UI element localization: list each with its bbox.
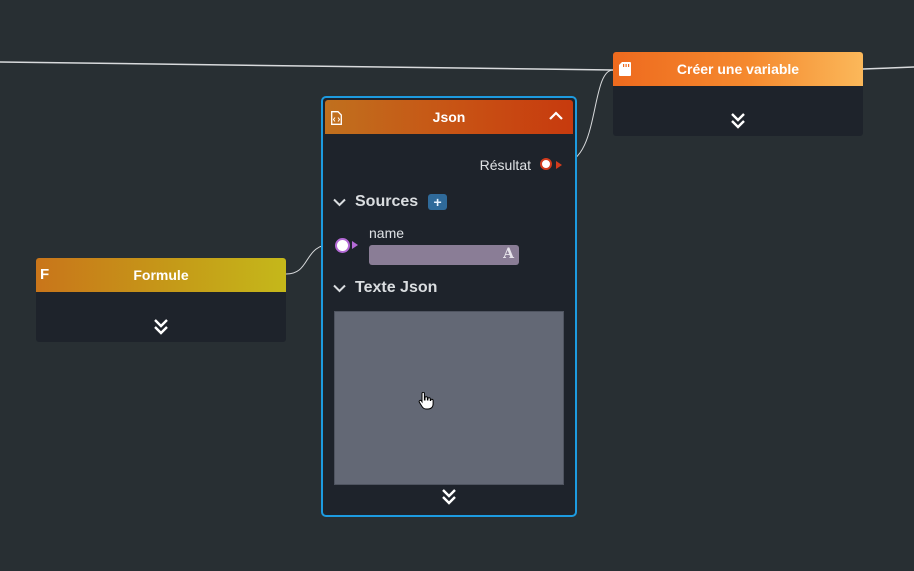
- node-formule-header[interactable]: F Formule: [36, 258, 286, 292]
- field-label-name: name: [369, 225, 405, 241]
- node-json-title: Json: [432, 109, 466, 125]
- sd-card-icon: [619, 62, 631, 76]
- double-chevron-down-icon[interactable]: [729, 112, 747, 130]
- text-type-icon[interactable]: A: [503, 246, 514, 262]
- hand-cursor-icon: [418, 392, 434, 410]
- double-chevron-down-icon[interactable]: [440, 488, 458, 506]
- input-port-name[interactable]: [335, 238, 350, 253]
- section-texte-json-label: Texte Json: [355, 279, 438, 296]
- output-port-resultat[interactable]: [540, 158, 552, 170]
- node-formule-title: Formule: [133, 267, 189, 283]
- node-formule[interactable]: F Formule: [36, 258, 286, 342]
- wire-outgoing-creer-variable: [862, 66, 914, 70]
- output-arrow-icon: [556, 161, 562, 169]
- node-creer-variable[interactable]: Créer une variable: [613, 52, 863, 136]
- file-code-icon: [331, 111, 342, 125]
- section-texte-json[interactable]: Texte Json: [333, 279, 437, 297]
- name-field-input[interactable]: A: [369, 245, 519, 265]
- double-chevron-down-icon[interactable]: [152, 318, 170, 336]
- output-label-resultat: Résultat: [479, 157, 531, 173]
- node-json-header[interactable]: Json: [325, 100, 573, 134]
- node-creer-variable-title: Créer une variable: [676, 61, 800, 77]
- node-creer-variable-header[interactable]: Créer une variable: [613, 52, 863, 86]
- chevron-down-icon: [333, 198, 346, 206]
- formule-letter-icon: F: [40, 266, 50, 283]
- node-json[interactable]: Json Résultat Sources + name A Texte Jso…: [321, 96, 577, 517]
- chevron-up-icon[interactable]: [549, 110, 563, 122]
- add-source-button[interactable]: +: [428, 194, 448, 210]
- json-text-area[interactable]: [334, 311, 564, 485]
- chevron-down-icon: [333, 284, 346, 292]
- section-sources-label: Sources: [355, 193, 419, 210]
- wire-incoming-creer-variable: [0, 61, 614, 71]
- input-arrow-icon: [352, 241, 358, 249]
- section-sources[interactable]: Sources +: [333, 193, 448, 211]
